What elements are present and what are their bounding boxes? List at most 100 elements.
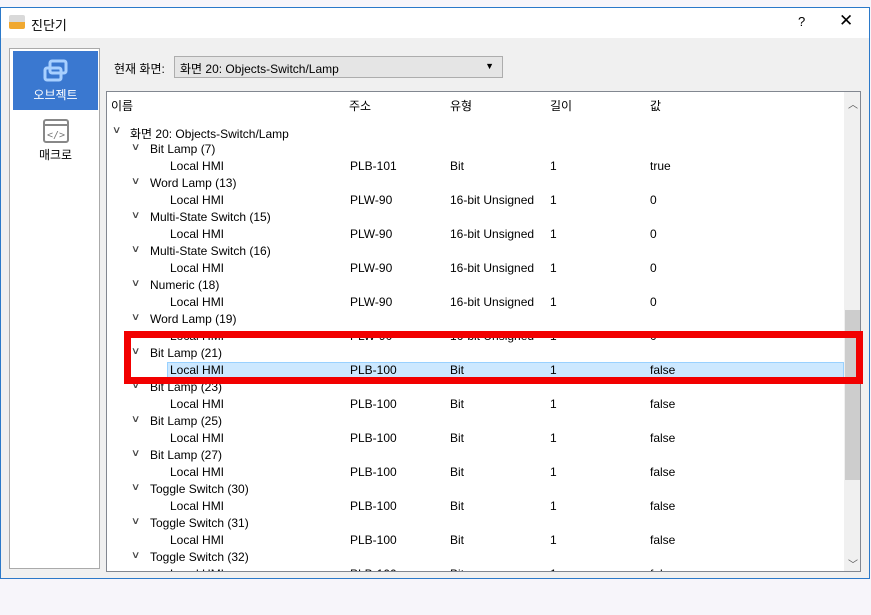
value: false	[650, 533, 676, 547]
chevron-down-icon: ∨	[130, 448, 141, 459]
chevron-down-icon: ∨	[130, 482, 141, 493]
group-name: Toggle Switch (30)	[150, 482, 249, 496]
column-header-value[interactable]: 값	[650, 97, 661, 113]
value: false	[650, 431, 676, 445]
data-type: Bit	[450, 567, 464, 571]
app-icon	[9, 15, 25, 29]
chevron-down-icon: ∨	[111, 125, 122, 136]
table-row[interactable]: Local HMI PLW-90 16-bit Unsigned 1 0	[107, 294, 844, 311]
group-name: Numeric (18)	[150, 278, 220, 292]
length: 1	[550, 431, 557, 445]
code-icon: </>	[42, 119, 69, 143]
length: 1	[550, 533, 557, 547]
data-type: 16-bit Unsigned	[450, 261, 535, 275]
value: 0	[650, 227, 657, 241]
chevron-down-icon: ∨	[130, 278, 141, 289]
group-name: Toggle Switch (31)	[150, 516, 249, 530]
close-button[interactable]: ✕	[839, 11, 853, 31]
length: 1	[550, 465, 557, 479]
table-row[interactable]: Local HMI PLB-100 Bit 1 false	[107, 498, 844, 515]
chevron-down-icon: ∨	[130, 244, 141, 255]
chevron-down-icon: ∨	[130, 210, 141, 221]
column-header-name[interactable]: 이름	[111, 97, 133, 113]
length: 1	[550, 567, 557, 571]
tree-group[interactable]: ∨ Numeric (18)	[107, 277, 844, 294]
tree-group[interactable]: ∨ Toggle Switch (32)	[107, 549, 844, 566]
device-name: Local HMI	[170, 159, 225, 173]
table-row[interactable]: Local HMI PLW-90 16-bit Unsigned 1 0	[107, 226, 844, 243]
table-row[interactable]: Local HMI PLW-90 16-bit Unsigned 1 0	[107, 260, 844, 277]
device-name: Local HMI	[170, 295, 225, 309]
title-bar: 진단기 ? ✕	[1, 8, 869, 38]
scroll-up-icon[interactable]: ︿	[848, 96, 858, 111]
data-type: Bit	[450, 533, 465, 547]
chevron-down-icon: ∨	[130, 516, 141, 527]
device-name: Local HMI	[170, 465, 225, 479]
length: 1	[550, 193, 557, 207]
length: 1	[550, 227, 557, 241]
tree-group[interactable]: ∨ Bit Lamp (27)	[107, 447, 844, 464]
table-row[interactable]: Local HMI PLB-100 Bit 1 false	[107, 430, 844, 447]
address: PLB-100	[350, 431, 397, 445]
table-row[interactable]: Local HMI PLB-101 Bit 1 true	[107, 158, 844, 175]
group-name: Bit Lamp (27)	[150, 448, 223, 462]
table-row[interactable]: Local HMI PLB-100 Bit 1 false	[107, 532, 844, 549]
tree-group[interactable]: ∨ Bit Lamp (7)	[107, 141, 844, 158]
address: PLB-100	[350, 499, 397, 513]
chevron-down-icon: ∨	[130, 414, 141, 425]
tree-group[interactable]: ∨ Multi-State Switch (15)	[107, 209, 844, 226]
address: PLB-100	[350, 533, 397, 547]
tree-group[interactable]: ∨ Multi-State Switch (16)	[107, 243, 844, 260]
column-header-length[interactable]: 길이	[550, 97, 572, 113]
group-name: Bit Lamp (25)	[150, 414, 223, 428]
table-row[interactable]: Local HMI PLB-100 Bit 1 false	[107, 464, 844, 481]
data-type: Bit	[450, 499, 465, 513]
data-type: Bit	[450, 159, 465, 173]
tree-group[interactable]: ∨ Toggle Switch (30)	[107, 481, 844, 498]
tree-root[interactable]: ∨ 화면 20: Objects-Switch/Lamp	[107, 124, 844, 141]
value: 0	[650, 193, 657, 207]
value: 0	[650, 261, 657, 275]
screen-select-label: 현재 화면:	[114, 62, 165, 76]
sidebar-item-objects[interactable]: 오브젝트	[13, 51, 98, 110]
root-label: 화면 20: Objects-Switch/Lamp	[130, 127, 289, 141]
column-header-address[interactable]: 주소	[349, 97, 371, 113]
sidebar: 오브젝트 </> 매크로	[9, 48, 100, 569]
svg-text:</>: </>	[46, 130, 64, 141]
sidebar-item-label: 오브젝트	[33, 88, 78, 102]
length: 1	[550, 261, 557, 275]
chevron-down-icon: ∨	[130, 142, 141, 153]
table-row[interactable]: Local HMI PLW-90 16-bit Unsigned 1 0	[107, 192, 844, 209]
table-row[interactable]: Local HMI PLB-100 Bit 1 false	[107, 566, 844, 571]
device-name: Local HMI	[170, 431, 225, 445]
scroll-down-icon[interactable]: ﹀	[848, 556, 858, 571]
table-row[interactable]: Local HMI PLB-100 Bit 1 false	[107, 396, 844, 413]
column-header-type[interactable]: 유형	[450, 97, 472, 113]
device-name: Local HMI	[170, 533, 225, 547]
length: 1	[550, 397, 557, 411]
address: PLB-100	[350, 567, 397, 571]
device-name: Local HMI	[170, 499, 225, 513]
screen-select[interactable]: 화면 20: Objects-Switch/Lamp ▼	[174, 56, 503, 78]
value: false	[650, 567, 675, 571]
device-name: Local HMI	[170, 567, 224, 571]
data-type: Bit	[450, 465, 465, 479]
tree-group[interactable]: ∨ Bit Lamp (25)	[107, 413, 844, 430]
value: true	[650, 159, 671, 173]
address: PLB-100	[350, 465, 397, 479]
length: 1	[550, 295, 557, 309]
tree-group[interactable]: ∨ Word Lamp (13)	[107, 175, 844, 192]
group-name: Multi-State Switch (16)	[150, 244, 271, 258]
address: PLW-90	[350, 295, 393, 309]
chevron-down-icon: ∨	[130, 176, 141, 187]
address: PLW-90	[350, 261, 393, 275]
address: PLW-90	[350, 193, 393, 207]
sidebar-item-macros[interactable]: </> 매크로	[13, 111, 98, 170]
device-name: Local HMI	[170, 227, 225, 241]
chevron-down-icon: ∨	[130, 312, 141, 323]
tree-group[interactable]: ∨ Word Lamp (19)	[107, 311, 844, 328]
data-type: 16-bit Unsigned	[450, 295, 535, 309]
tree-group[interactable]: ∨ Toggle Switch (31)	[107, 515, 844, 532]
help-button[interactable]: ?	[798, 14, 805, 29]
objects-icon	[43, 59, 67, 82]
